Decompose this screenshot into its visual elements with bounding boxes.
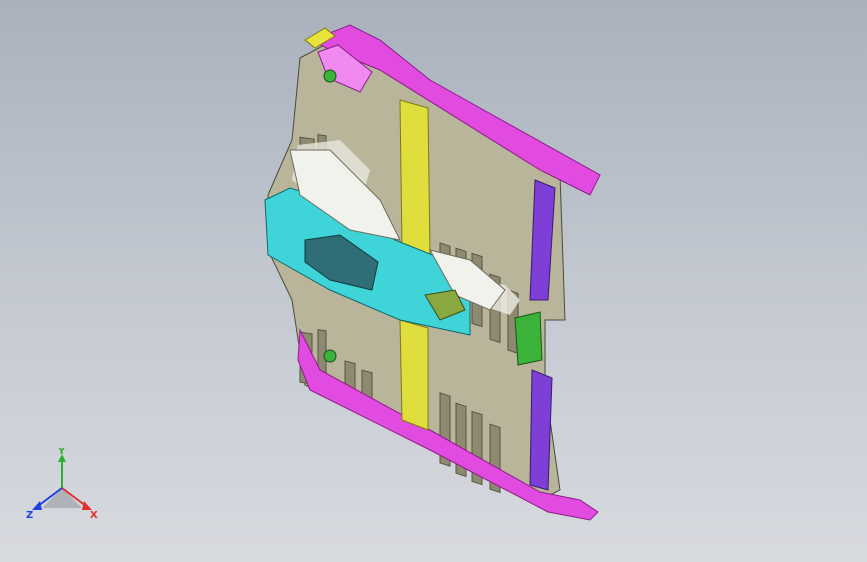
z-axis-arrow [32,501,42,510]
mount-bracket [514,311,543,366]
cross-member-upper [399,99,431,256]
drain-hole-lower [323,349,337,363]
x-axis-label: X [90,510,98,521]
floor-panel-assembly-model[interactable] [0,0,867,562]
cross-member-lower [399,319,429,431]
rear-bracket-lower [529,369,553,491]
z-axis-label: Z [26,510,33,521]
coordinate-triad: Y X Z [26,448,98,521]
x-axis-arrow [82,501,92,510]
cad-viewport[interactable]: Y X Z [0,0,867,562]
y-axis-label: Y [57,448,66,457]
drain-hole-upper [323,69,337,83]
